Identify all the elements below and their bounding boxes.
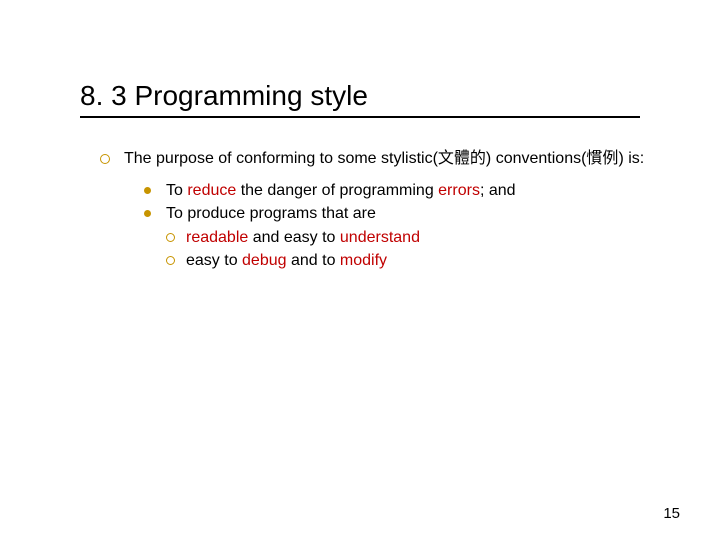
bullet-reduce-errors: To reduce the danger of programming erro… bbox=[144, 180, 660, 202]
slide: 8. 3 Programming style The purpose of co… bbox=[0, 0, 720, 540]
b1-t1: To bbox=[166, 182, 187, 199]
b1-t3: ; and bbox=[480, 182, 516, 199]
subbullet-debug-modify: easy to debug and to modify bbox=[166, 250, 660, 272]
s1-understand: understand bbox=[340, 229, 420, 246]
s1-t1: and easy to bbox=[248, 229, 340, 246]
purpose-cjk-2: 慣例 bbox=[586, 150, 618, 167]
purpose-text-1: The purpose of conforming to some stylis… bbox=[124, 150, 438, 167]
subbullet-readable: readable and easy to understand bbox=[166, 227, 660, 249]
s2-modify: modify bbox=[340, 252, 387, 269]
purpose-text-3: ) is: bbox=[618, 150, 644, 167]
b2-text: To produce programs that are bbox=[166, 205, 376, 222]
purpose-text-2: ) conventions( bbox=[486, 150, 587, 167]
bullet-purpose: The purpose of conforming to some stylis… bbox=[100, 148, 660, 170]
page-number: 15 bbox=[663, 505, 680, 522]
s2-debug: debug bbox=[242, 252, 287, 269]
b1-reduce: reduce bbox=[187, 182, 236, 199]
s2-t2: and to bbox=[287, 252, 340, 269]
b1-errors: errors bbox=[438, 182, 480, 199]
slide-title: 8. 3 Programming style bbox=[80, 80, 660, 112]
title-underline bbox=[80, 116, 640, 118]
purpose-cjk-1: 文體的 bbox=[438, 150, 486, 167]
b1-t2: the danger of programming bbox=[236, 182, 438, 199]
slide-content: The purpose of conforming to some stylis… bbox=[80, 148, 660, 272]
s2-t1: easy to bbox=[186, 252, 242, 269]
s1-readable: readable bbox=[186, 229, 248, 246]
bullet-produce-programs: To produce programs that are bbox=[144, 203, 660, 225]
